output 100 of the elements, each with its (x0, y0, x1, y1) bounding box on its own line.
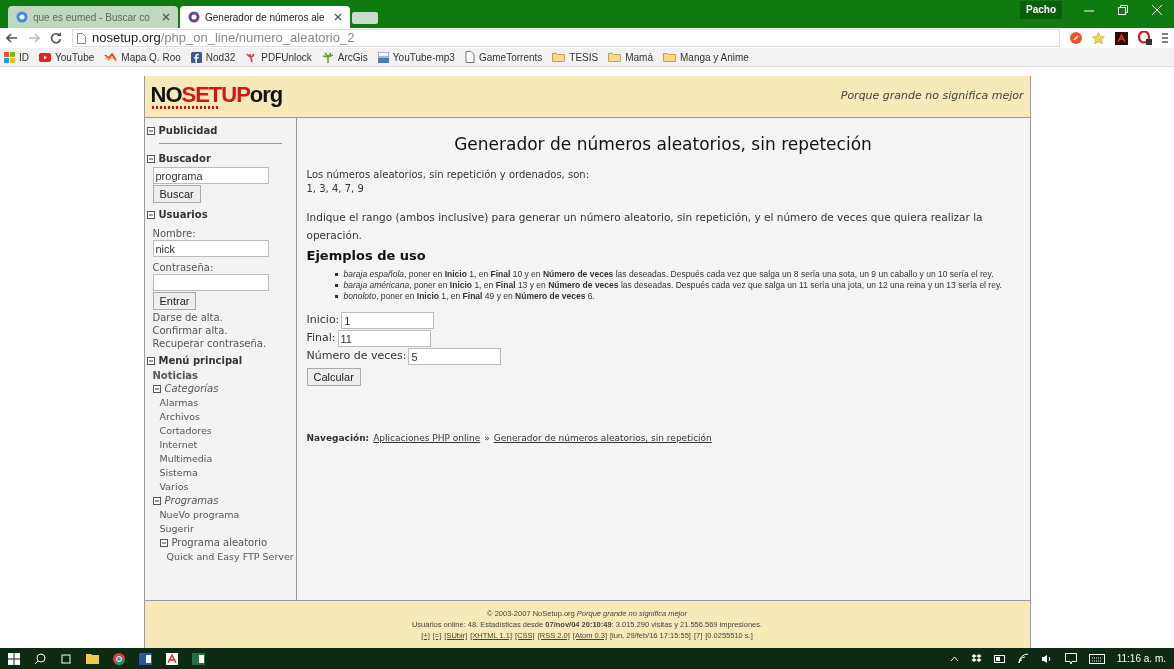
sidebar-category[interactable]: Programas (164, 494, 219, 508)
excel-icon[interactable] (192, 652, 205, 665)
restore-icon[interactable] (1118, 5, 1128, 15)
sidebar-link[interactable]: Alarmas (159, 396, 294, 410)
sidebar-link[interactable]: Recuperar contraseña. (152, 337, 267, 350)
bookmark[interactable]: Nod32 (190, 49, 236, 65)
sidebar-category[interactable]: Programa aleatorio (171, 536, 268, 550)
bookmark[interactable]: TESIS (552, 49, 599, 65)
star-icon[interactable] (1092, 31, 1105, 45)
address-bar[interactable]: nosetup.org/php_on_line/numero_aleatorio_2 (72, 29, 1060, 47)
facebook-icon (190, 51, 202, 63)
browser-icon[interactable] (113, 652, 125, 665)
form-button[interactable]: Buscar (152, 185, 201, 203)
keyboard-icon[interactable] (1088, 653, 1105, 664)
menu-icon[interactable] (1162, 33, 1168, 43)
form-button[interactable]: Entrar (152, 292, 197, 310)
folder-icon (552, 52, 566, 62)
notification-icon[interactable] (1064, 652, 1077, 665)
collapse-icon[interactable] (152, 385, 161, 393)
tab-title: Generador de números ale (205, 10, 325, 25)
url-text: nosetup.org/php_on_line/numero_aleatorio_2 (92, 29, 355, 48)
bookmark[interactable]: Manga y Anime (663, 49, 749, 65)
bookmark[interactable]: Mamá (608, 49, 653, 65)
collapse-icon[interactable] (152, 497, 161, 505)
sidebar-link[interactable]: Archivos (159, 410, 294, 424)
back-icon[interactable] (6, 33, 18, 43)
close-icon[interactable] (334, 13, 342, 21)
number-field[interactable]: 11 (337, 330, 431, 347)
bullet-icon (334, 284, 338, 287)
field-label: Número de veces: (306, 348, 407, 365)
extension-icon[interactable] (1070, 32, 1082, 44)
pdf-icon[interactable] (166, 652, 178, 665)
bookmark[interactable]: YouTube-mp3 (377, 49, 455, 65)
breadcrumb-link[interactable]: Aplicaciones PHP online (373, 432, 481, 446)
sidebar-link[interactable]: Internet (159, 438, 294, 452)
sidebar-link[interactable]: Quick and Easy FTP Server (166, 550, 294, 564)
browser-tab[interactable]: que es eumed - Buscar co (8, 6, 178, 28)
pdf-icon[interactable] (1115, 31, 1128, 45)
collapse-icon[interactable] (146, 155, 155, 163)
site-tagline: Porque grande no significa mejor (840, 88, 1024, 105)
sidebar-link[interactable]: Darse de alta. (152, 311, 223, 324)
clock-text[interactable]: 11:16 a. m. (1116, 651, 1166, 666)
breadcrumb-link[interactable]: Generador de números aleatorios, sin repetición (493, 432, 712, 446)
example-text: baraja américana, poner en Inicio 1, en Final 13 y en Número de veces las deseadas. Después cada vez que salga un 11 sería una jota, un 12 una reina y un 13 sería el rey. (343, 280, 1002, 291)
sidebar-link[interactable]: Confirmar alta. (152, 324, 228, 337)
sidebar-link[interactable]: Noticias (152, 369, 198, 382)
section-heading[interactable]: Usuarios (158, 207, 208, 223)
examples-heading: Ejemplos de uso (306, 246, 427, 265)
site-logo[interactable]: NOSETUPorg (150, 84, 283, 109)
reload-icon[interactable] (50, 32, 62, 44)
task-view-icon[interactable] (60, 652, 72, 665)
bookmark[interactable]: YouTube (39, 49, 95, 65)
number-field[interactable]: 1 (341, 312, 435, 329)
text-field[interactable]: nick (152, 240, 269, 257)
tab-favicon-icon (16, 11, 28, 23)
bookmark[interactable]: ArcGis (321, 49, 368, 65)
page-icon (77, 32, 86, 44)
wifi-icon[interactable] (1017, 653, 1029, 664)
word-icon[interactable] (139, 652, 152, 665)
sidebar-link[interactable]: Multimedia (159, 452, 294, 466)
text-field[interactable]: programa (152, 167, 269, 184)
profile-name[interactable]: Pacho (1020, 1, 1062, 19)
text-field[interactable] (152, 274, 269, 291)
section-heading[interactable]: Menú principal (158, 353, 243, 369)
collapse-icon[interactable] (146, 127, 155, 135)
bookmark[interactable]: Mapa Q. Roo (104, 49, 181, 65)
breadcrumb-separator: » (484, 432, 490, 445)
sidebar-link[interactable]: Sugerir (159, 522, 294, 536)
opera-icon[interactable] (1138, 31, 1152, 45)
sidebar-link[interactable]: NueVo programa (159, 508, 294, 522)
result-numbers: 1, 3, 4, 7, 9 (306, 181, 365, 196)
section-heading[interactable]: Publicidad (158, 123, 218, 139)
search-icon[interactable] (34, 652, 46, 665)
collapse-icon[interactable] (159, 539, 168, 547)
bookmark[interactable]: PDFUnlock (245, 49, 312, 65)
sidebar-link[interactable]: Cortadores (159, 424, 294, 438)
close-icon[interactable] (162, 13, 170, 21)
play-icon (39, 52, 51, 62)
number-field[interactable]: 5 (408, 348, 502, 365)
collapse-icon[interactable] (146, 357, 155, 365)
route-icon (104, 52, 118, 62)
sidebar-link[interactable]: Varios (159, 480, 294, 494)
windows-icon[interactable] (8, 652, 20, 665)
bookmark[interactable]: GameTorrents (464, 49, 543, 65)
chevron-up-icon[interactable] (949, 655, 959, 662)
plant-icon (321, 51, 334, 63)
collapse-icon[interactable] (146, 211, 155, 219)
calculate-button[interactable]: Calcular (306, 368, 361, 386)
folder-icon[interactable] (86, 653, 99, 664)
dropbox-icon[interactable] (970, 653, 982, 664)
field-label: Final: (306, 330, 336, 347)
browser-tab[interactable]: Generador de números ale (180, 6, 350, 28)
bookmark[interactable]: ID (4, 49, 29, 65)
section-heading[interactable]: Buscador (158, 151, 211, 167)
sidebar-link[interactable]: Sistema (159, 466, 294, 480)
page-icon (464, 51, 475, 63)
speaker-icon[interactable] (1040, 653, 1053, 664)
battery-icon[interactable] (993, 654, 1006, 663)
sidebar-category[interactable]: Categorías (164, 382, 219, 396)
field-label: Nombre: (152, 227, 197, 240)
